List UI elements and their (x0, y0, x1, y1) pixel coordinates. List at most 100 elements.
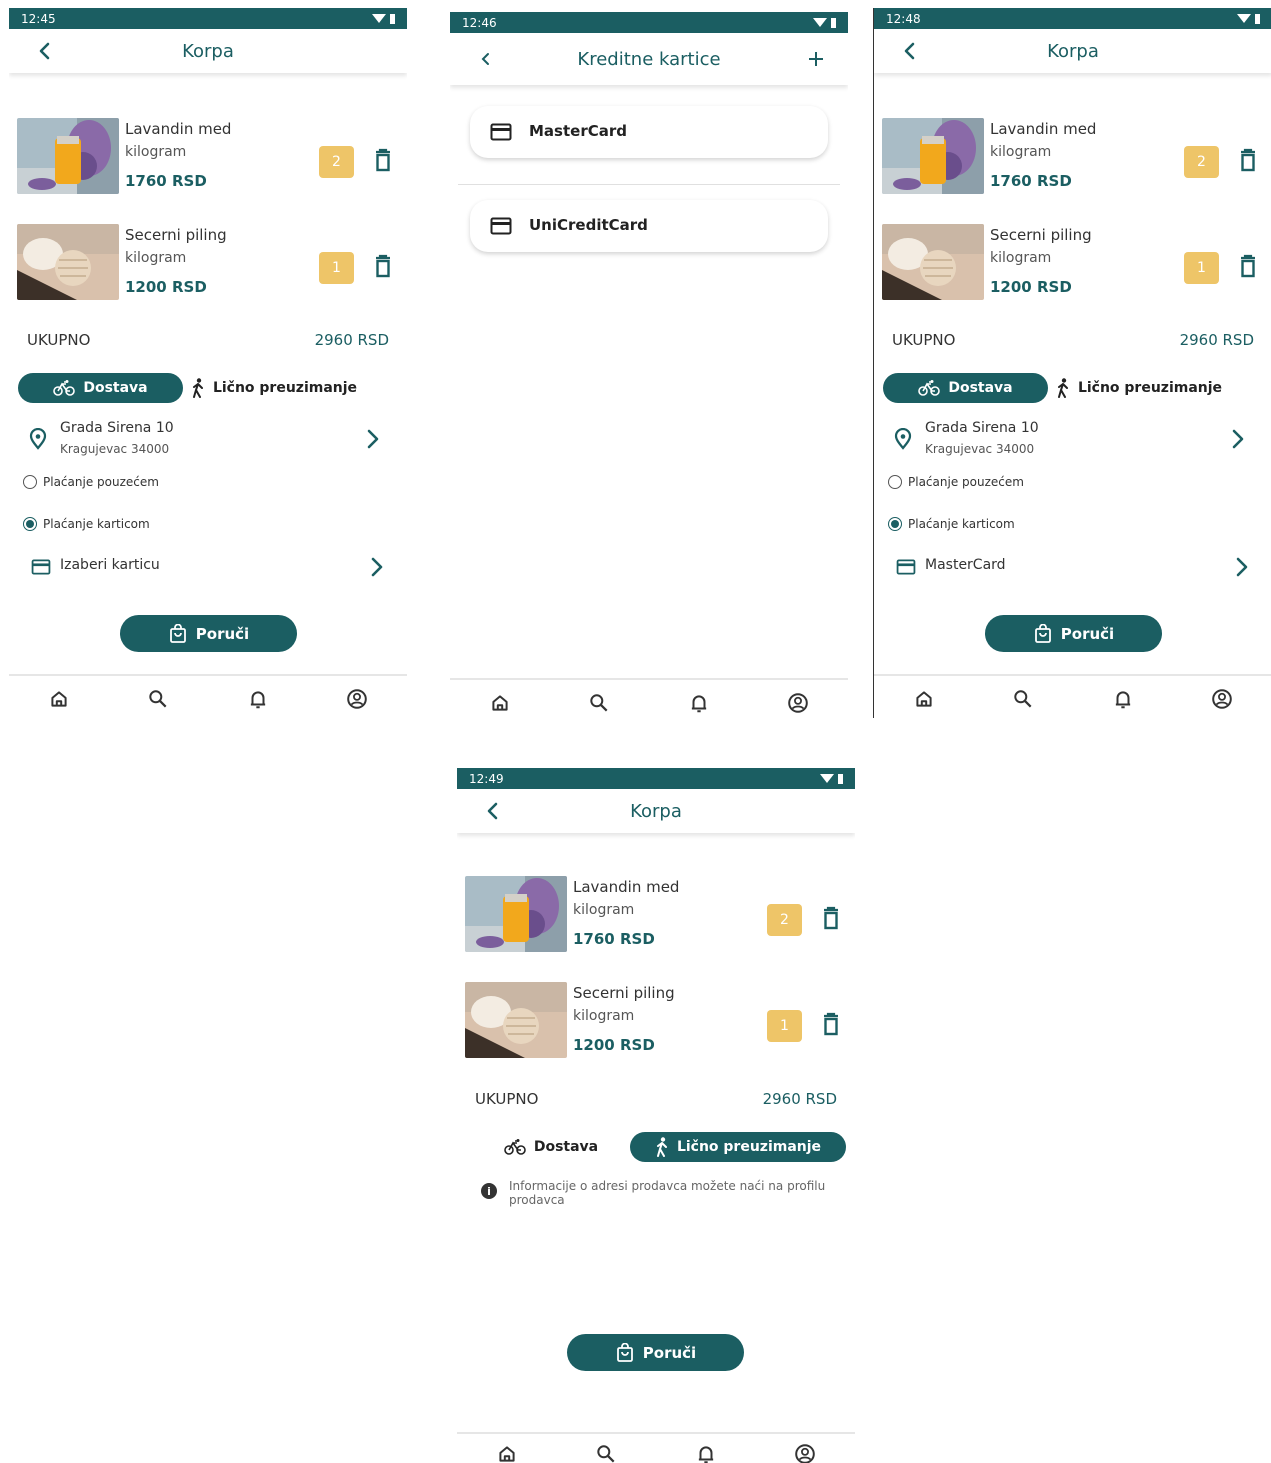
quantity-badge[interactable]: 1 (319, 252, 354, 284)
credit-card-item[interactable]: MasterCard (470, 106, 828, 158)
bell-icon[interactable] (695, 1443, 717, 1463)
credit-card-icon (490, 217, 512, 235)
radio-card[interactable]: Plaćanje karticom (23, 517, 150, 531)
total-label: UKUPNO (475, 1090, 539, 1108)
item-name: Lavandin med (990, 120, 1097, 138)
order-button[interactable]: Poruči (567, 1334, 744, 1371)
radio-card[interactable]: Plaćanje karticom (888, 517, 1015, 531)
address-row[interactable]: Grada Sirena 10 Kragujevac 34000 (888, 418, 1258, 458)
order-button[interactable]: Poruči (985, 615, 1162, 652)
credit-card-icon (896, 559, 916, 575)
pickup-label: Lično preuzimanje (676, 1139, 822, 1155)
item-unit: kilogram (573, 1008, 635, 1024)
status-icons (820, 773, 843, 784)
search-icon[interactable] (588, 692, 610, 714)
bell-icon[interactable] (1112, 688, 1134, 710)
status-icons (372, 13, 395, 24)
back-arrow-icon[interactable] (900, 41, 920, 61)
delivery-toggle[interactable]: Dostava (18, 373, 183, 403)
pickup-toggle[interactable]: Lično preuzimanje (189, 373, 359, 403)
product-image-scrub (882, 224, 984, 300)
pickup-toggle[interactable]: Lično preuzimanje (1054, 373, 1224, 403)
radio-button[interactable] (888, 475, 902, 489)
walk-icon (1056, 378, 1070, 398)
wifi-icon (813, 18, 827, 27)
search-icon[interactable] (1012, 688, 1034, 710)
product-image-honey (17, 118, 119, 194)
page-title: Korpa (182, 40, 234, 62)
item-unit: kilogram (573, 902, 635, 918)
home-icon[interactable] (913, 688, 935, 710)
account-icon[interactable] (346, 688, 368, 710)
delivery-label: Dostava (533, 1139, 599, 1155)
back-arrow-icon[interactable] (35, 41, 55, 61)
chevron-right-icon[interactable] (1234, 556, 1250, 578)
radio-button[interactable] (888, 517, 902, 531)
delivery-label: Dostava (83, 380, 148, 396)
search-icon[interactable] (147, 688, 169, 710)
shopping-bag-icon (615, 1343, 635, 1363)
location-pin-icon (27, 428, 49, 450)
radio-cash[interactable]: Plaćanje pouzećem (23, 475, 159, 489)
screen-credit-cards: 12:46 Kreditne kartice MasterCard UniCre… (450, 12, 848, 724)
quantity-badge[interactable]: 2 (1184, 146, 1219, 178)
chevron-right-icon[interactable] (1230, 428, 1246, 450)
quantity-badge[interactable]: 1 (1184, 252, 1219, 284)
delivery-toggle[interactable]: Dostava (883, 373, 1048, 403)
trash-icon[interactable] (821, 906, 841, 930)
back-arrow-icon[interactable] (476, 49, 496, 69)
trash-icon[interactable] (373, 254, 393, 278)
trash-icon[interactable] (373, 148, 393, 172)
card-select-row[interactable]: Izaberi karticu (27, 552, 393, 582)
search-icon[interactable] (595, 1443, 617, 1463)
home-icon[interactable] (489, 692, 511, 714)
radio-button[interactable] (23, 517, 37, 531)
bike-icon (918, 379, 940, 397)
chevron-right-icon[interactable] (369, 556, 385, 578)
address-row[interactable]: Grada Sirena 10 Kragujevac 34000 (23, 418, 393, 458)
item-price: 1760 RSD (125, 172, 207, 190)
trash-icon[interactable] (1238, 254, 1258, 278)
radio-button[interactable] (23, 475, 37, 489)
screen-cart-card-selected: 12:48 Korpa Lavandin med kilogram 1760 R… (874, 8, 1271, 720)
cart-item: Secerni piling kilogram 1200 RSD 1 (465, 978, 849, 1058)
product-image-scrub (17, 224, 119, 300)
item-unit: kilogram (125, 144, 187, 160)
credit-card-item[interactable]: UniCreditCard (470, 200, 828, 252)
home-icon[interactable] (496, 1443, 518, 1463)
info-icon: i (481, 1183, 497, 1199)
radio-card-label: Plaćanje karticom (908, 517, 1015, 531)
delivery-toggle[interactable]: Dostava (481, 1132, 621, 1162)
trash-icon[interactable] (1238, 148, 1258, 172)
item-name: Secerni piling (573, 984, 675, 1002)
order-button-label: Poruči (195, 624, 250, 643)
page-title: Korpa (1047, 40, 1099, 62)
total-label: UKUPNO (27, 331, 91, 349)
bike-icon (53, 379, 75, 397)
bell-icon[interactable] (688, 692, 710, 714)
battery-icon (831, 17, 836, 28)
pickup-label: Lično preuzimanje (1077, 380, 1223, 396)
back-arrow-icon[interactable] (483, 801, 503, 821)
total-value: 2960 RSD (762, 1090, 837, 1108)
account-icon[interactable] (794, 1443, 816, 1463)
pickup-toggle[interactable]: Lično preuzimanje (630, 1132, 846, 1162)
item-name: Secerni piling (125, 226, 227, 244)
quantity-badge[interactable]: 2 (319, 146, 354, 178)
bell-icon[interactable] (247, 688, 269, 710)
order-button[interactable]: Poruči (120, 615, 297, 652)
add-icon[interactable] (806, 49, 826, 69)
item-unit: kilogram (125, 250, 187, 266)
card-select-row[interactable]: MasterCard (892, 552, 1258, 582)
trash-icon[interactable] (821, 1012, 841, 1036)
wifi-icon (820, 774, 834, 783)
account-icon[interactable] (1211, 688, 1233, 710)
quantity-badge[interactable]: 1 (767, 1010, 802, 1042)
chevron-right-icon[interactable] (365, 428, 381, 450)
quantity-badge[interactable]: 2 (767, 904, 802, 936)
home-icon[interactable] (48, 688, 70, 710)
radio-cash[interactable]: Plaćanje pouzećem (888, 475, 1024, 489)
account-icon[interactable] (787, 692, 809, 714)
item-name: Secerni piling (990, 226, 1092, 244)
item-price: 1200 RSD (573, 1036, 655, 1054)
